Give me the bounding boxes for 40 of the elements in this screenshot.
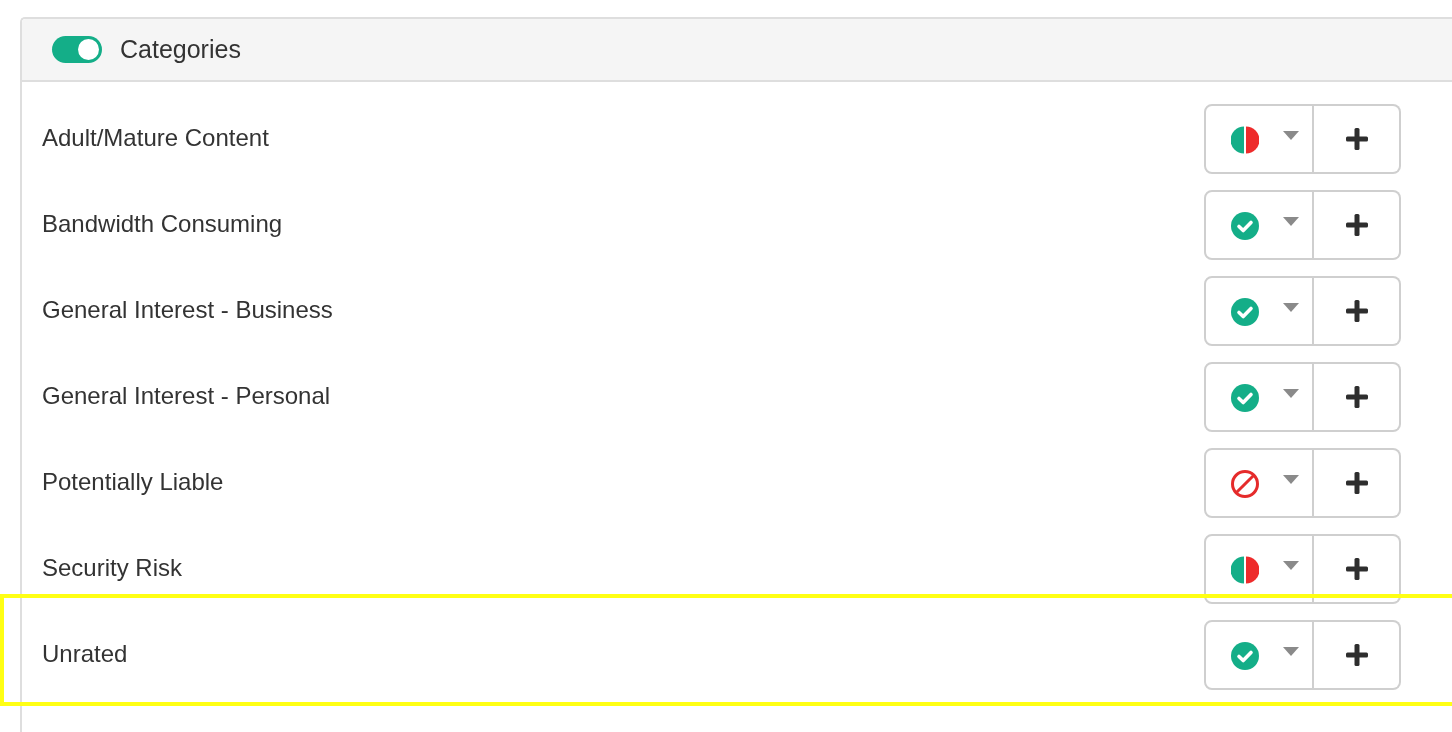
- category-name: General Interest - Business: [42, 296, 333, 324]
- caret-icon: [1283, 302, 1299, 312]
- status-dropdown[interactable]: [1204, 104, 1314, 174]
- plus-icon: [1345, 128, 1368, 150]
- check-circle-icon: [1231, 642, 1259, 670]
- split-circle-icon: [1231, 556, 1259, 584]
- caret-icon: [1283, 474, 1299, 484]
- category-name: Bandwidth Consuming: [42, 210, 283, 238]
- add-button[interactable]: [1314, 190, 1401, 260]
- check-circle-icon: [1231, 384, 1259, 412]
- category-name: General Interest - Personal: [42, 382, 331, 410]
- prohibited-icon: [1231, 470, 1259, 498]
- toggle-switch[interactable]: [52, 36, 102, 63]
- check-circle-icon: [1231, 212, 1259, 240]
- status-dropdown[interactable]: [1204, 534, 1314, 604]
- add-button[interactable]: [1314, 104, 1401, 174]
- plus-icon: [1345, 644, 1368, 666]
- caret-icon: [1283, 130, 1299, 140]
- category-name: Unrated: [42, 640, 128, 668]
- plus-icon: [1345, 214, 1368, 236]
- add-button[interactable]: [1314, 362, 1401, 432]
- category-name: Potentially Liable: [42, 468, 224, 496]
- split-circle-icon: [1231, 126, 1259, 154]
- plus-icon: [1345, 386, 1368, 408]
- panel-title: Categories: [120, 35, 241, 64]
- plus-icon: [1345, 558, 1368, 580]
- category-name: Security Risk: [42, 554, 183, 582]
- check-circle-icon: [1231, 298, 1259, 326]
- caret-icon: [1283, 560, 1299, 570]
- plus-icon: [1345, 300, 1368, 322]
- add-button[interactable]: [1314, 448, 1401, 518]
- add-button[interactable]: [1314, 620, 1401, 690]
- add-button[interactable]: [1314, 534, 1401, 604]
- caret-icon: [1283, 646, 1299, 656]
- category-name: Adult/Mature Content: [42, 124, 269, 152]
- caret-icon: [1283, 388, 1299, 398]
- plus-icon: [1345, 472, 1368, 494]
- status-dropdown[interactable]: [1204, 448, 1314, 518]
- caret-icon: [1283, 216, 1299, 226]
- add-button[interactable]: [1314, 276, 1401, 346]
